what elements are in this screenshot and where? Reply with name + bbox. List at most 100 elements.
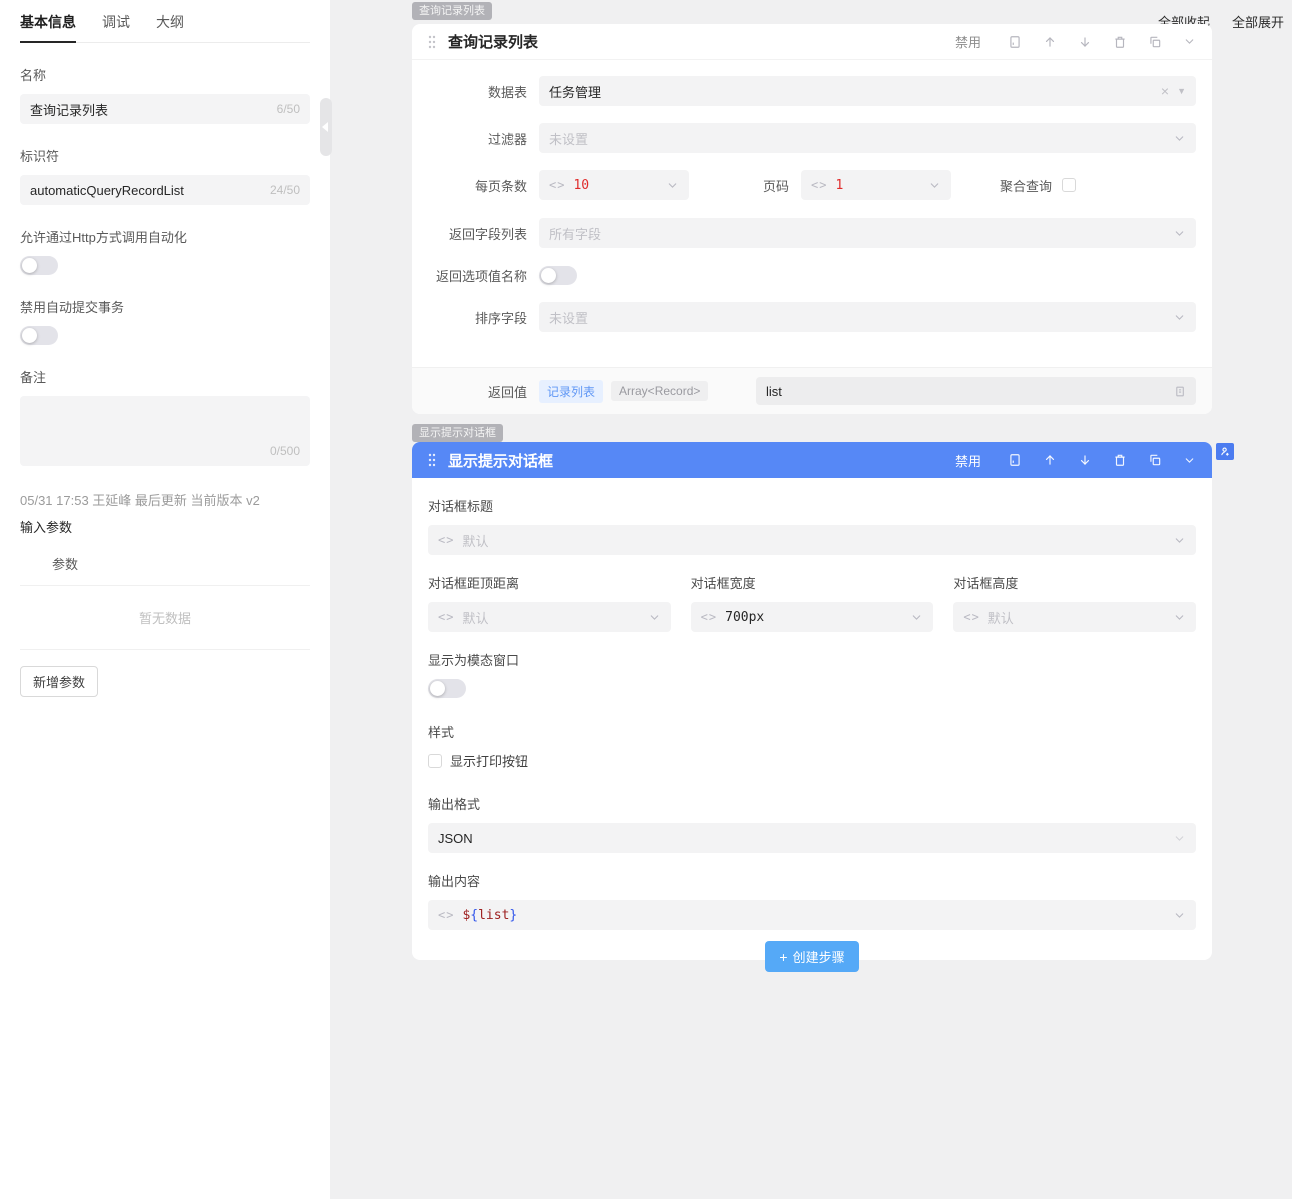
arrow-up-icon[interactable] bbox=[1043, 453, 1057, 467]
return-fields-select[interactable]: 所有字段 bbox=[539, 218, 1196, 248]
name-input[interactable]: 查询记录列表 6/50 bbox=[20, 94, 310, 124]
filter-select[interactable]: 未设置 bbox=[539, 123, 1196, 153]
tab-basic-info[interactable]: 基本信息 bbox=[20, 12, 76, 43]
chevron-down-icon bbox=[1173, 909, 1186, 922]
dialog-top-select[interactable]: <> 默认 bbox=[428, 602, 671, 632]
workflow-canvas: 全部收起 全部展开 查询记录列表 查询记录列表 禁用 数据表 任务管理 × ▼ … bbox=[330, 0, 1292, 1199]
dialog-height-select[interactable]: <> 默认 bbox=[953, 602, 1197, 632]
identifier-label: 标识符 bbox=[20, 149, 60, 164]
chevron-down-icon bbox=[1173, 534, 1186, 547]
page-label: 页码 bbox=[762, 178, 789, 194]
trash-icon[interactable] bbox=[1113, 453, 1127, 467]
sort-select[interactable]: 未设置 bbox=[539, 302, 1196, 332]
params-empty-text: 暂无数据 bbox=[20, 586, 310, 650]
tab-debug[interactable]: 调试 bbox=[102, 12, 130, 42]
tab-outline[interactable]: 大纲 bbox=[156, 12, 184, 42]
identifier-input[interactable]: automaticQueryRecordList 24/50 bbox=[20, 175, 310, 205]
http-call-label: 允许通过Http方式调用自动化 bbox=[20, 230, 187, 245]
chevron-down-icon bbox=[648, 611, 661, 624]
output-content-label: 输出内容 bbox=[428, 874, 481, 889]
datatable-select[interactable]: 任务管理 × ▼ bbox=[539, 76, 1196, 106]
dialog-top-label: 对话框距顶距离 bbox=[428, 576, 520, 591]
aggregate-checkbox[interactable] bbox=[1062, 178, 1077, 192]
collaborator-user-icon bbox=[1216, 443, 1234, 460]
document-icon[interactable] bbox=[1008, 35, 1022, 49]
drag-handle-icon[interactable] bbox=[428, 453, 436, 467]
return-variable-value: list bbox=[766, 383, 782, 399]
name-value: 查询记录列表 bbox=[30, 102, 109, 118]
code-icon: <> bbox=[438, 908, 455, 922]
chevron-down-icon bbox=[928, 179, 941, 192]
expand-all-link[interactable]: 全部展开 bbox=[1232, 12, 1284, 31]
step1-title: 查询记录列表 bbox=[448, 34, 539, 51]
modal-window-toggle[interactable] bbox=[428, 679, 466, 698]
return-variable-input[interactable]: list bbox=[756, 377, 1196, 405]
page-value: 1 bbox=[835, 177, 844, 193]
datatable-label: 数据表 bbox=[487, 84, 527, 100]
page-select[interactable]: <> 1 bbox=[801, 170, 951, 200]
step2-title: 显示提示对话框 bbox=[448, 452, 554, 470]
chevron-down-icon[interactable] bbox=[1183, 454, 1196, 467]
page-size-value: 10 bbox=[573, 177, 590, 193]
remark-textarea[interactable]: 0/500 bbox=[20, 396, 310, 466]
dialog-top-placeholder: 默认 bbox=[462, 610, 489, 626]
return-fields-placeholder: 所有字段 bbox=[549, 226, 602, 242]
drag-handle-icon[interactable] bbox=[428, 35, 436, 49]
dialog-title-select[interactable]: <> 默认 bbox=[428, 525, 1196, 555]
sidebar-panel: 基本信息 调试 大纲 名称 查询记录列表 6/50 标识符 automaticQ… bbox=[0, 0, 330, 1199]
modal-window-label: 显示为模态窗口 bbox=[428, 653, 520, 668]
clear-icon[interactable]: × bbox=[1161, 83, 1169, 99]
copy-icon[interactable] bbox=[1148, 35, 1162, 49]
output-content-select[interactable]: <> ${list} bbox=[428, 900, 1196, 930]
chevron-down-icon bbox=[1173, 611, 1186, 624]
remark-label: 备注 bbox=[20, 370, 47, 385]
code-icon: <> bbox=[700, 610, 718, 624]
print-button-label: 显示打印按钮 bbox=[450, 754, 529, 769]
step1-header: 查询记录列表 禁用 bbox=[412, 24, 1212, 60]
step2-disable-button[interactable]: 禁用 bbox=[955, 451, 981, 470]
http-call-toggle[interactable] bbox=[20, 256, 58, 275]
chevron-down-icon[interactable] bbox=[1183, 35, 1196, 48]
step1-disable-button[interactable]: 禁用 bbox=[955, 32, 981, 51]
chevron-down-icon bbox=[1173, 132, 1186, 145]
code-icon: <> bbox=[549, 178, 566, 192]
sidebar-collapse-handle[interactable] bbox=[320, 98, 332, 156]
chevron-down-icon bbox=[1173, 832, 1186, 845]
return-option-name-toggle[interactable] bbox=[539, 266, 577, 285]
page-size-label: 每页条数 bbox=[474, 178, 527, 194]
document-icon[interactable] bbox=[1008, 453, 1022, 467]
arrow-down-icon[interactable] bbox=[1078, 453, 1092, 467]
add-param-button[interactable]: 新增参数 bbox=[20, 666, 99, 697]
sort-placeholder: 未设置 bbox=[549, 310, 589, 326]
return-fields-label: 返回字段列表 bbox=[448, 226, 527, 242]
step1-card: 查询记录列表 禁用 数据表 任务管理 × ▼ 过滤器 未设置 每页条数 <> 1… bbox=[412, 24, 1212, 414]
output-content-expression: ${list} bbox=[462, 907, 518, 923]
trash-icon[interactable] bbox=[1113, 35, 1127, 49]
datatable-value: 任务管理 bbox=[549, 84, 602, 100]
return-option-name-label: 返回选项值名称 bbox=[435, 269, 527, 284]
caret-down-icon: ▼ bbox=[1177, 86, 1186, 96]
create-step-button[interactable]: + 创建步骤 bbox=[765, 941, 859, 972]
print-button-checkbox[interactable] bbox=[428, 753, 442, 768]
dialog-height-placeholder: 默认 bbox=[987, 610, 1014, 626]
output-format-select[interactable]: JSON bbox=[428, 823, 1196, 853]
copy-icon[interactable] bbox=[1148, 453, 1162, 467]
remark-counter: 0/500 bbox=[269, 444, 300, 458]
aggregate-label: 聚合查询 bbox=[1000, 178, 1053, 194]
output-format-value: JSON bbox=[438, 830, 473, 846]
arrow-down-icon[interactable] bbox=[1078, 35, 1092, 49]
page-size-select[interactable]: <> 10 bbox=[539, 170, 689, 200]
code-icon: <> bbox=[811, 178, 828, 192]
copy-icon[interactable] bbox=[1173, 385, 1186, 398]
dialog-width-value: 700px bbox=[725, 609, 765, 625]
output-format-label: 输出格式 bbox=[428, 797, 481, 812]
params-column-header: 参数 bbox=[20, 536, 310, 586]
chevron-down-icon bbox=[1173, 227, 1186, 240]
identifier-value: automaticQueryRecordList bbox=[30, 182, 184, 198]
arrow-up-icon[interactable] bbox=[1043, 35, 1057, 49]
step1-return-row: 返回值 记录列表 Array<Record> list bbox=[412, 367, 1212, 414]
dialog-width-select[interactable]: <> 700px bbox=[690, 602, 934, 632]
chevron-down-icon bbox=[910, 611, 923, 624]
plus-icon: + bbox=[779, 948, 788, 965]
disable-autocommit-toggle[interactable] bbox=[20, 326, 58, 345]
